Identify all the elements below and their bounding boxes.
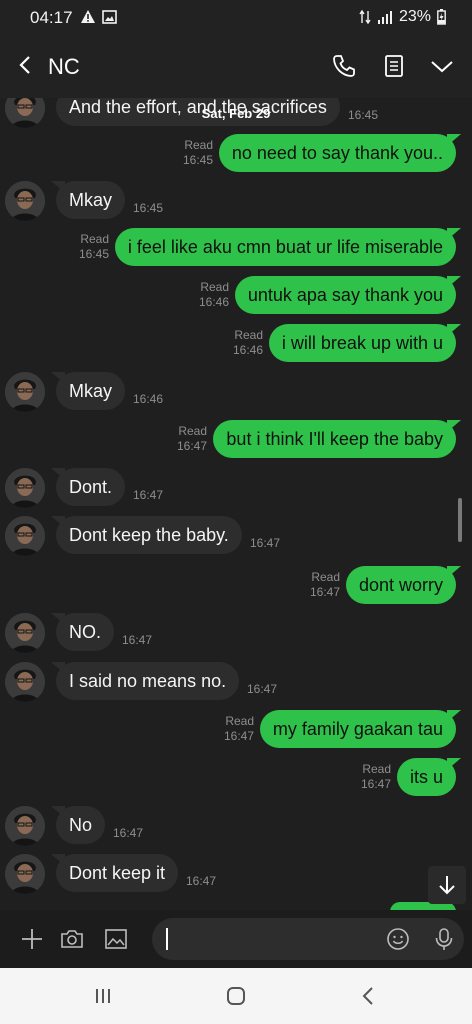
outgoing-message-bubble[interactable]: untuk apa say thank you	[234, 276, 456, 314]
back-icon[interactable]	[358, 985, 380, 1007]
outgoing-message-bubble[interactable]: dont worry	[345, 566, 456, 604]
data-arrows-icon	[359, 9, 371, 25]
read-label: Read	[80, 232, 109, 246]
camera-icon[interactable]	[60, 927, 84, 951]
recent-apps-icon[interactable]	[92, 985, 114, 1007]
contact-avatar-image	[5, 613, 45, 653]
message-timestamp: 16:47	[247, 682, 278, 696]
contact-avatar-image	[5, 516, 45, 556]
message-read-status: Read 16:45	[183, 138, 213, 168]
battery-percent: 23%	[398, 8, 431, 25]
contact-avatar-image	[5, 806, 45, 846]
avatar[interactable]	[5, 468, 45, 508]
outgoing-message-bubble[interactable]: its u	[396, 758, 456, 796]
avatar[interactable]	[5, 806, 45, 846]
read-label: Read	[311, 570, 340, 584]
back-chevron-icon[interactable]	[14, 53, 38, 77]
read-label: Read	[200, 280, 229, 294]
message-timestamp: 16:45	[133, 201, 164, 215]
message-timestamp: 16:47	[133, 488, 164, 502]
message-input[interactable]	[152, 918, 464, 960]
avatar[interactable]	[5, 662, 45, 702]
message-timestamp: 16:46	[198, 295, 229, 309]
contact-avatar-image	[5, 468, 45, 508]
message-timestamp: 16:47	[176, 439, 207, 453]
read-label: Read	[184, 138, 213, 152]
system-nav-bar	[0, 968, 472, 1024]
incoming-message-bubble[interactable]: NO.	[56, 613, 115, 651]
status-bar: 04:17 23%	[0, 0, 472, 36]
contact-avatar-image	[5, 854, 45, 894]
contact-avatar-image	[5, 662, 45, 702]
emoji-icon[interactable]	[386, 927, 410, 951]
note-icon[interactable]	[381, 53, 407, 79]
battery-charging-icon	[437, 9, 446, 25]
message-timestamp: 16:47	[186, 874, 217, 888]
message-timestamp: 16:47	[309, 585, 340, 599]
incoming-message-bubble[interactable]: Dont.	[56, 468, 126, 506]
outgoing-message-bubble[interactable]: my family gaakan tau	[259, 710, 456, 748]
contact-name[interactable]: NC	[48, 54, 80, 80]
avatar[interactable]	[5, 613, 45, 653]
read-label: Read	[362, 762, 391, 776]
incoming-message-bubble[interactable]: Dont keep it	[56, 854, 179, 892]
status-time: 04:17	[30, 8, 73, 27]
outgoing-message-bubble[interactable]: i feel like aku cmn buat ur life miserab…	[114, 228, 456, 266]
chevron-down-icon[interactable]	[429, 53, 455, 79]
text-caret	[166, 928, 168, 950]
incoming-message-bubble[interactable]: Mkay	[56, 181, 126, 219]
chat-area[interactable]: Sat, Feb 29 And the effort, and the sacr…	[0, 98, 472, 910]
contact-avatar-image	[5, 372, 45, 412]
message-timestamp: 16:47	[113, 826, 144, 840]
chat-header: NC	[0, 36, 472, 98]
scroll-to-bottom-button[interactable]	[428, 866, 466, 904]
image-icon[interactable]	[104, 927, 128, 951]
avatar[interactable]	[5, 372, 45, 412]
incoming-message-bubble[interactable]: No	[56, 806, 106, 844]
avatar[interactable]	[5, 181, 45, 221]
message-read-status: Read 16:47	[177, 424, 207, 454]
avatar[interactable]	[5, 516, 45, 556]
home-icon[interactable]	[225, 985, 247, 1007]
scrollbar-thumb[interactable]	[458, 498, 462, 542]
read-label: Read	[234, 328, 263, 342]
message-timestamp: 16:45	[182, 153, 213, 167]
gallery-notification-icon	[102, 9, 117, 24]
message-composer	[0, 910, 472, 968]
message-read-status: Read 16:46	[233, 328, 263, 358]
message-read-status: Read 16:47	[224, 714, 254, 744]
phone-icon[interactable]	[331, 53, 357, 79]
date-separator: Sat, Feb 29	[201, 106, 271, 121]
arrow-down-icon	[439, 876, 455, 895]
message-read-status: Read 16:46	[199, 280, 229, 310]
message-timestamp: 16:46	[133, 392, 164, 406]
read-label: Read	[225, 714, 254, 728]
message-timestamp: 16:46	[232, 343, 263, 357]
outgoing-message-bubble[interactable]: no need to say thank you..	[218, 134, 456, 172]
message-read-status: Read 16:47	[310, 570, 340, 600]
message-timestamp: 16:45	[78, 247, 109, 261]
contact-avatar-image	[5, 181, 45, 221]
incoming-message-bubble[interactable]: Dont keep the baby.	[56, 516, 242, 554]
signal-icon	[377, 11, 392, 24]
microphone-icon[interactable]	[432, 927, 456, 951]
message-read-status: Read 16:47	[361, 762, 391, 792]
read-label: Read	[178, 424, 207, 438]
message-timestamp: 16:47	[250, 536, 281, 550]
incoming-message-bubble[interactable]: Mkay	[56, 372, 126, 410]
message-timestamp: 16:47	[360, 777, 391, 791]
avatar[interactable]	[5, 854, 45, 894]
plus-icon[interactable]	[20, 927, 44, 951]
incoming-message-bubble[interactable]: I said no means no.	[56, 662, 240, 700]
message-timestamp: 16:47	[122, 633, 153, 647]
message-read-status: Read 16:45	[79, 232, 109, 262]
outgoing-message-bubble[interactable]: but i think I'll keep the baby	[213, 420, 456, 458]
message-timestamp: 16:47	[223, 729, 254, 743]
outgoing-message-bubble[interactable]: i will break up with u	[268, 324, 456, 362]
warning-icon	[81, 10, 95, 23]
